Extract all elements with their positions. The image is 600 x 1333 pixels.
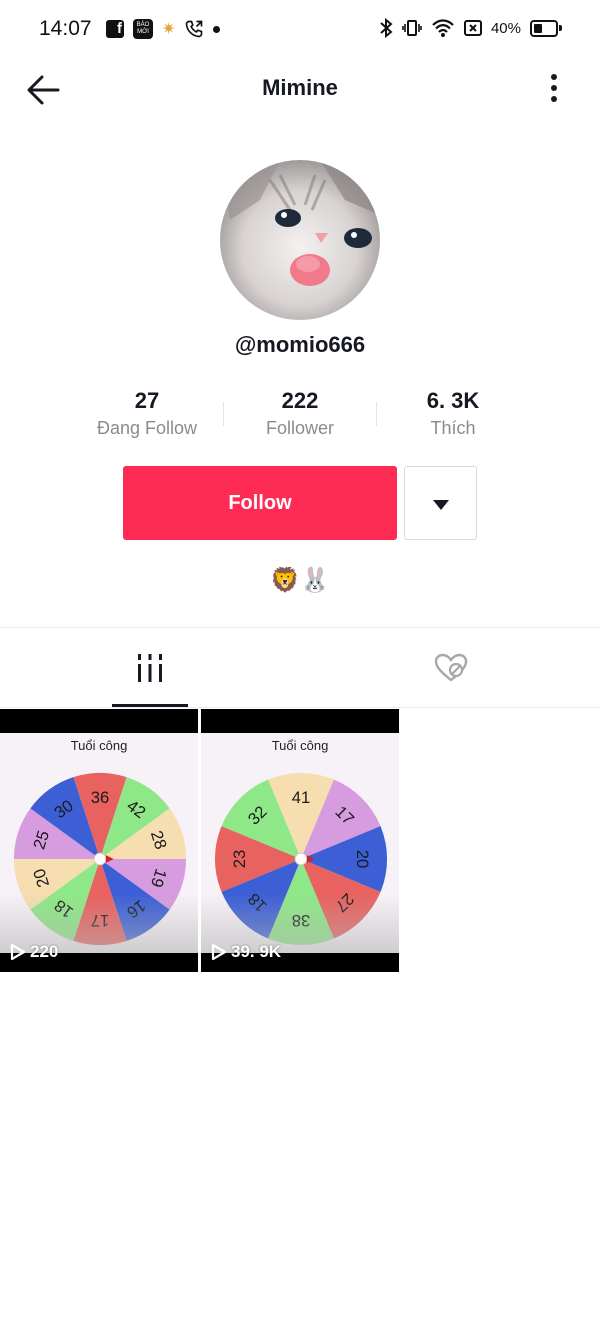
view-count: 39. 9K: [211, 942, 281, 962]
photos-icon: ✷: [162, 21, 176, 38]
follow-button[interactable]: Follow: [123, 466, 397, 540]
battery-cap: [559, 25, 562, 31]
stat-followers[interactable]: 222 Follower: [223, 386, 377, 439]
grid-bars-icon: [138, 654, 162, 682]
play-icon: [10, 943, 26, 961]
wheel-number: 41: [292, 788, 310, 807]
tab-videos[interactable]: [0, 628, 300, 707]
suggested-accounts-button[interactable]: [404, 466, 477, 540]
video-preview: Tuổi công 36422819161718202530: [0, 733, 198, 953]
following-label: Đang Follow: [96, 418, 198, 438]
system-icons: 40%: [379, 18, 562, 38]
caret-down-icon: [433, 500, 449, 510]
profile-bio: 🦁🐰: [270, 567, 330, 594]
likes-label: Thích: [430, 418, 476, 438]
baomoi-icon: BÁO MỚI: [133, 19, 153, 39]
likes-count: 6. 3K: [426, 388, 480, 413]
status-bar: 14:07 f BÁO MỚI ✷ 40%: [0, 0, 600, 60]
battery-percent: 40%: [490, 19, 521, 37]
sim-icon: [463, 20, 482, 36]
bluetooth-icon: [380, 18, 393, 38]
wheel-hub: [93, 852, 107, 866]
wheel-number: 36: [91, 788, 109, 807]
wifi-icon: [432, 19, 454, 37]
phone-call-icon: [186, 20, 203, 38]
view-count: 220: [10, 942, 58, 962]
video-thumbnail[interactable]: Tuổi công 4117202738182332 39. 9K: [201, 709, 399, 972]
stat-following[interactable]: 27 Đang Follow: [70, 386, 224, 439]
followers-count: 222: [281, 388, 319, 413]
wheel-number: 23: [230, 850, 249, 868]
play-icon: [211, 943, 227, 961]
kitten-avatar-image: [220, 160, 380, 320]
dot-icon: [213, 25, 221, 33]
tab-liked[interactable]: [300, 628, 600, 707]
video-thumbnail[interactable]: Tuổi công 36422819161718202530 220: [0, 709, 198, 972]
status-time: 14:07: [39, 17, 92, 40]
divider: [0, 707, 600, 708]
stat-likes: 6. 3K Thích: [376, 386, 530, 439]
username: @momio666: [234, 332, 366, 357]
wheel-hub: [294, 852, 308, 866]
facebook-icon: f: [106, 20, 124, 38]
avatar[interactable]: [220, 160, 380, 320]
wheel-number: 20: [353, 850, 372, 868]
battery-icon: [530, 19, 558, 37]
notification-icons: f BÁO MỚI ✷: [106, 19, 221, 39]
heart-hidden-icon: [434, 653, 468, 682]
video-title: Tuổi công: [70, 738, 128, 753]
followers-label: Follower: [265, 418, 335, 438]
view-count-value: 220: [30, 942, 59, 961]
video-preview: Tuổi công 4117202738182332: [201, 733, 399, 953]
profile-stats: 27 Đang Follow 222 Follower 6. 3K Thích: [70, 386, 530, 442]
following-count: 27: [134, 388, 160, 413]
more-options-button[interactable]: [544, 72, 564, 108]
top-nav: Mimine: [0, 60, 600, 120]
page-title: Mimine: [262, 75, 338, 100]
view-count-value: 39. 9K: [231, 942, 282, 961]
more-vertical-icon: [551, 74, 557, 80]
vibrate-icon: [402, 20, 422, 36]
video-title: Tuổi công: [271, 738, 329, 753]
